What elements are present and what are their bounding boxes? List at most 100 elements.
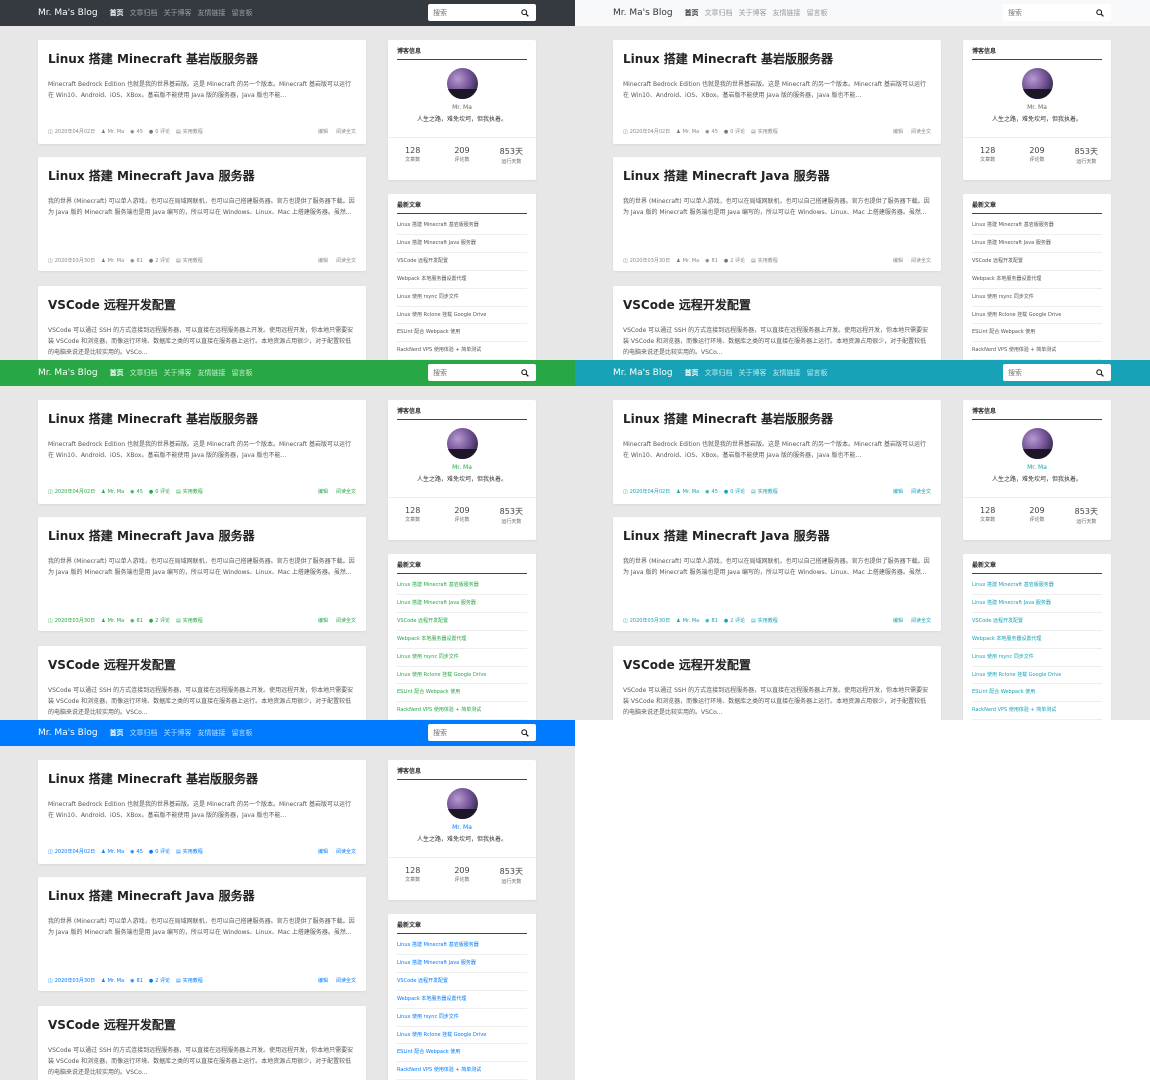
meta-category[interactable]: ▤ 实用教程: [176, 977, 203, 985]
post-title-link[interactable]: Linux 搭建 Minecraft 基岩版服务器: [613, 40, 941, 67]
nav-item-1[interactable]: 文章归档: [130, 728, 158, 738]
nav-item-0[interactable]: 首页: [110, 728, 124, 738]
latest-post-link[interactable]: Webpack 本地服务器设置代理: [972, 631, 1102, 649]
author-name[interactable]: Mr. Ma: [388, 464, 536, 471]
edit-link[interactable]: 编辑: [318, 128, 328, 135]
edit-link[interactable]: 编辑: [318, 977, 328, 984]
latest-post-link[interactable]: Linux 使用 rsync 同步文件: [397, 649, 527, 667]
search-input[interactable]: [428, 365, 516, 380]
post-title-link[interactable]: Linux 搭建 Minecraft Java 服务器: [613, 157, 941, 184]
read-more-link[interactable]: 阅读全文: [911, 617, 931, 624]
latest-post-link[interactable]: Linux 使用 Rclone 挂载 Google Drive: [397, 667, 527, 685]
meta-category[interactable]: ▤ 实用教程: [751, 257, 778, 265]
latest-post-link[interactable]: Linux 使用 rsync 同步文件: [972, 649, 1102, 667]
meta-category[interactable]: ▤ 实用教程: [751, 128, 778, 136]
meta-comments[interactable]: ● 2 评论: [724, 257, 745, 265]
meta-author[interactable]: ♟ Mr. Ma: [101, 978, 124, 984]
nav-item-4[interactable]: 留言板: [807, 8, 828, 18]
post-title-link[interactable]: Linux 搭建 Minecraft 基岩版服务器: [38, 760, 366, 787]
read-more-link[interactable]: 阅读全文: [336, 128, 356, 135]
author-name[interactable]: Mr. Ma: [963, 464, 1111, 471]
author-name[interactable]: Mr. Ma: [388, 824, 536, 831]
nav-item-0[interactable]: 首页: [110, 8, 124, 18]
post-title-link[interactable]: Linux 搭建 Minecraft Java 服务器: [38, 517, 366, 544]
meta-category[interactable]: ▤ 实用教程: [176, 617, 203, 625]
read-more-link[interactable]: 阅读全文: [336, 977, 356, 984]
latest-post-link[interactable]: Webpack 本地服务器设置代理: [397, 271, 527, 289]
search-button[interactable]: [1091, 5, 1109, 20]
latest-post-link[interactable]: Linux 搭建 Minecraft 基岩版服务器: [397, 577, 527, 595]
edit-link[interactable]: 编辑: [318, 488, 328, 495]
latest-post-link[interactable]: ESLint 配合 Webpack 使用: [397, 324, 527, 343]
latest-post-link[interactable]: ESLint 配合 Webpack 使用: [972, 684, 1102, 703]
brand-link[interactable]: Mr. Ma's Blog: [38, 728, 98, 738]
search-button[interactable]: [516, 5, 534, 20]
read-more-link[interactable]: 阅读全文: [336, 488, 356, 495]
latest-post-link[interactable]: RackNerd VPS 使用体验 + 简单测试: [972, 342, 1102, 360]
latest-post-link[interactable]: Linux 搭建 Minecraft Java 服务器: [397, 235, 527, 253]
nav-item-2[interactable]: 关于博客: [739, 8, 767, 18]
nav-item-1[interactable]: 文章归档: [130, 8, 158, 18]
latest-post-link[interactable]: Linux 搭建 Minecraft 基岩版服务器: [972, 217, 1102, 235]
latest-post-link[interactable]: VSCode 远程开发配置: [397, 973, 527, 991]
meta-author[interactable]: ♟ Mr. Ma: [676, 489, 699, 495]
author-name[interactable]: Mr. Ma: [963, 104, 1111, 111]
latest-post-link[interactable]: Linux 搭建 Minecraft Java 服务器: [972, 595, 1102, 613]
search-button[interactable]: [516, 725, 534, 740]
nav-item-2[interactable]: 关于博客: [164, 8, 192, 18]
latest-post-link[interactable]: Linux 使用 Rclone 挂载 Google Drive: [972, 667, 1102, 685]
post-title-link[interactable]: Linux 搭建 Minecraft 基岩版服务器: [38, 400, 366, 427]
meta-comments[interactable]: ● 2 评论: [724, 617, 745, 625]
meta-author[interactable]: ♟ Mr. Ma: [676, 129, 699, 135]
latest-post-link[interactable]: Linux 使用 Rclone 挂载 Google Drive: [397, 1027, 527, 1045]
meta-category[interactable]: ▤ 实用教程: [751, 488, 778, 496]
latest-post-link[interactable]: Linux 使用 Rclone 挂载 Google Drive: [397, 307, 527, 325]
latest-post-link[interactable]: Linux 使用 rsync 同步文件: [972, 289, 1102, 307]
edit-link[interactable]: 编辑: [893, 128, 903, 135]
latest-post-link[interactable]: Linux 使用 rsync 同步文件: [397, 1009, 527, 1027]
nav-item-1[interactable]: 文章归档: [705, 8, 733, 18]
latest-post-link[interactable]: Linux 使用 rsync 同步文件: [397, 289, 527, 307]
latest-post-link[interactable]: RackNerd VPS 使用体验 + 简单测试: [397, 342, 527, 360]
latest-post-link[interactable]: VSCode 远程开发配置: [972, 613, 1102, 631]
meta-author[interactable]: ♟ Mr. Ma: [101, 129, 124, 135]
post-title-link[interactable]: VSCode 远程开发配置: [38, 646, 366, 673]
search-input[interactable]: [1003, 5, 1091, 20]
edit-link[interactable]: 编辑: [893, 617, 903, 624]
search-input[interactable]: [428, 5, 516, 20]
post-title-link[interactable]: Linux 搭建 Minecraft 基岩版服务器: [38, 40, 366, 67]
meta-author[interactable]: ♟ Mr. Ma: [101, 618, 124, 624]
meta-category[interactable]: ▤ 实用教程: [176, 848, 203, 856]
meta-comments[interactable]: ● 0 评论: [149, 488, 170, 496]
post-title-link[interactable]: VSCode 远程开发配置: [613, 286, 941, 313]
meta-category[interactable]: ▤ 实用教程: [176, 257, 203, 265]
latest-post-link[interactable]: ESLint 配合 Webpack 使用: [397, 684, 527, 703]
read-more-link[interactable]: 阅读全文: [336, 617, 356, 624]
post-title-link[interactable]: VSCode 远程开发配置: [613, 646, 941, 673]
meta-author[interactable]: ♟ Mr. Ma: [101, 258, 124, 264]
read-more-link[interactable]: 阅读全文: [336, 257, 356, 264]
meta-comments[interactable]: ● 0 评论: [149, 128, 170, 136]
search-input[interactable]: [428, 725, 516, 740]
brand-link[interactable]: Mr. Ma's Blog: [613, 368, 673, 378]
nav-item-4[interactable]: 留言板: [232, 728, 253, 738]
brand-link[interactable]: Mr. Ma's Blog: [38, 8, 98, 18]
nav-item-2[interactable]: 关于博客: [164, 368, 192, 378]
edit-link[interactable]: 编辑: [318, 257, 328, 264]
brand-link[interactable]: Mr. Ma's Blog: [613, 8, 673, 18]
nav-item-3[interactable]: 友情链接: [198, 8, 226, 18]
nav-item-3[interactable]: 友情链接: [773, 368, 801, 378]
latest-post-link[interactable]: Linux 搭建 Minecraft Java 服务器: [972, 235, 1102, 253]
read-more-link[interactable]: 阅读全文: [911, 128, 931, 135]
nav-item-0[interactable]: 首页: [685, 368, 699, 378]
post-title-link[interactable]: VSCode 远程开发配置: [38, 286, 366, 313]
edit-link[interactable]: 编辑: [893, 488, 903, 495]
edit-link[interactable]: 编辑: [318, 848, 328, 855]
author-name[interactable]: Mr. Ma: [388, 104, 536, 111]
latest-post-link[interactable]: RackNerd VPS 使用体验 + 简单测试: [397, 1062, 527, 1080]
meta-comments[interactable]: ● 0 评论: [149, 848, 170, 856]
nav-item-2[interactable]: 关于博客: [164, 728, 192, 738]
post-title-link[interactable]: VSCode 远程开发配置: [38, 1006, 366, 1033]
latest-post-link[interactable]: VSCode 远程开发配置: [397, 253, 527, 271]
latest-post-link[interactable]: Linux 搭建 Minecraft 基岩版服务器: [397, 217, 527, 235]
